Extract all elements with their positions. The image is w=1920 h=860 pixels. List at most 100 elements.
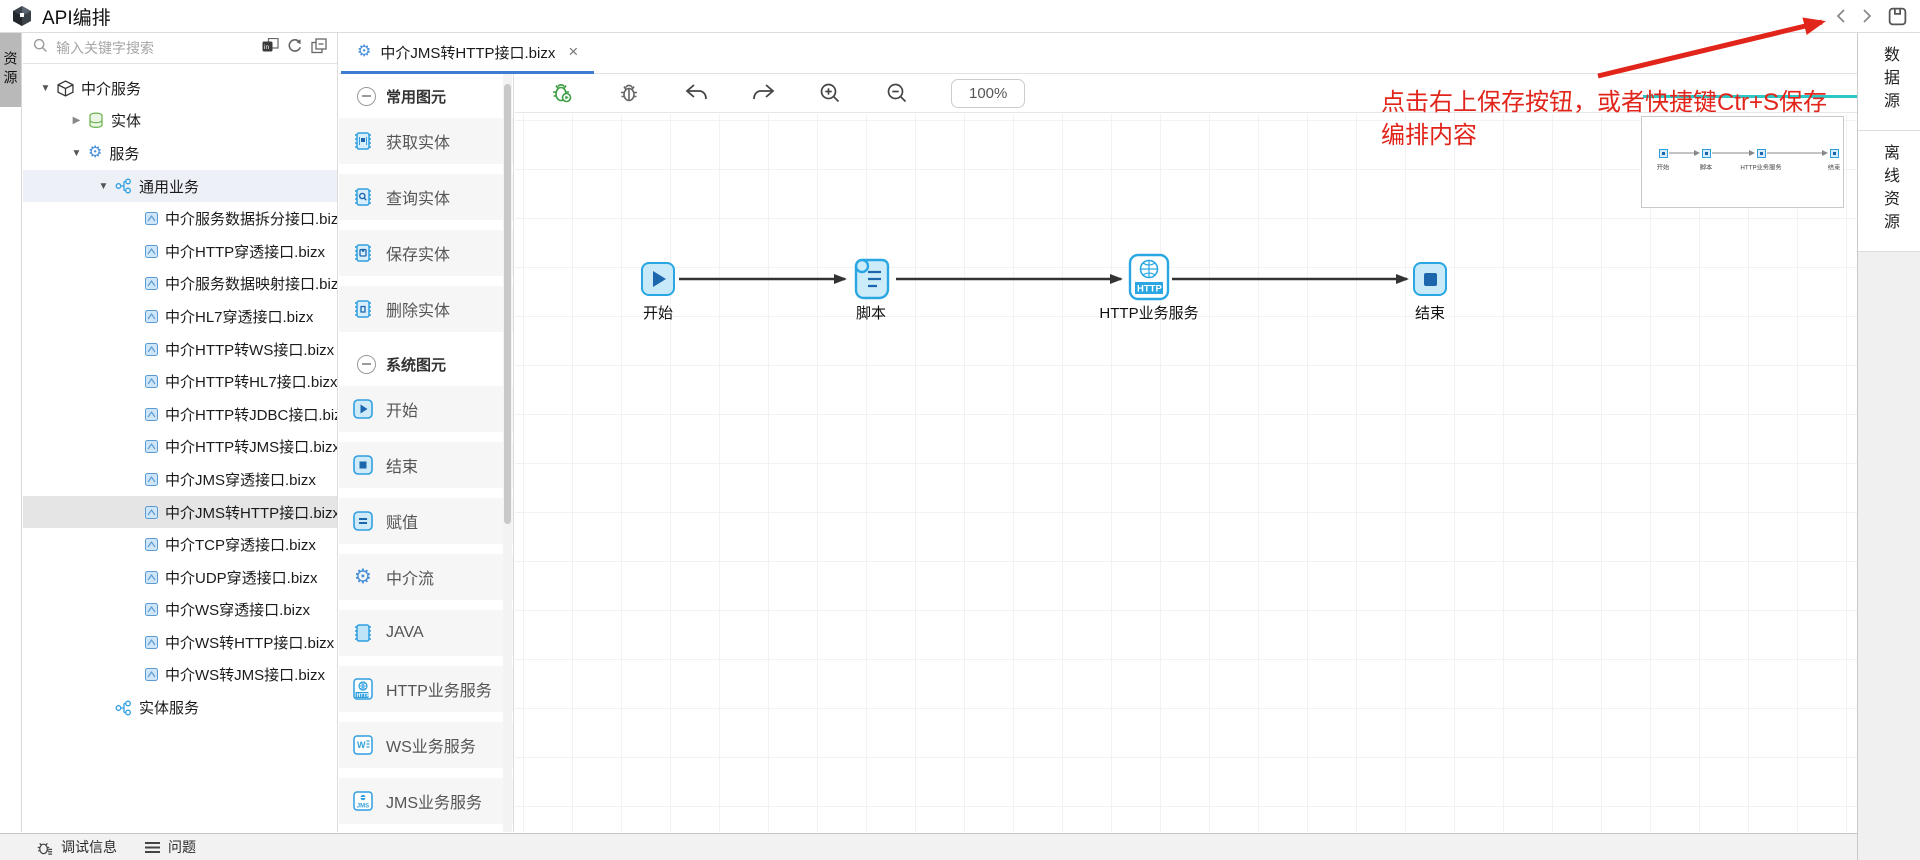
tree-node-service[interactable]: ▼ ⚙ 服务	[23, 137, 337, 170]
tab-close-icon[interactable]: ×	[568, 42, 578, 62]
nav-forward-chevron-icon[interactable]	[1861, 8, 1873, 24]
minimap-node	[1830, 149, 1839, 158]
locate-file-icon[interactable]: in	[262, 38, 279, 58]
palette-item-delete-entity[interactable]: 删除实体	[339, 286, 513, 332]
palette-item-start[interactable]: 开始	[339, 386, 513, 432]
tree-label: 通用业务	[139, 176, 199, 197]
offline-resource-tab-label: 离线资源	[1877, 144, 1901, 236]
collapse-section-icon[interactable]	[357, 355, 376, 374]
tab-gear-icon: ⚙	[357, 44, 371, 60]
bizx-file-icon	[145, 440, 158, 453]
palette-item-label: HTTP业务服务	[386, 677, 492, 701]
tab-offline-resource[interactable]: 离线资源	[1858, 131, 1920, 252]
tree-file-item[interactable]: 中介HTTP转HL7接口.bizx	[23, 365, 337, 398]
palette-item-get-entity[interactable]: 获取实体	[339, 118, 513, 164]
palette-section-header[interactable]: 系统图元	[339, 342, 513, 386]
palette-scrollbar[interactable]	[503, 74, 512, 832]
entity-db-icon	[88, 112, 104, 129]
expanded-arrow-icon[interactable]: ▼	[39, 83, 52, 94]
tree-file-item[interactable]: 中介UDP穿透接口.bizx	[23, 561, 337, 594]
svg-text:HTTP: HTTP	[357, 693, 371, 699]
zoom-out-icon[interactable]	[884, 80, 910, 106]
undo-icon[interactable]	[683, 80, 709, 106]
node-http-service[interactable]: HTTP	[1127, 252, 1171, 307]
tree-node-entity-service[interactable]: 实体服务	[23, 691, 337, 724]
palette-item-query-entity[interactable]: 查询实体	[339, 174, 513, 220]
palette-item-label: 保存实体	[386, 241, 450, 265]
expanded-arrow-icon[interactable]: ▼	[70, 148, 83, 159]
palette-item-save-entity[interactable]: 保存实体	[339, 230, 513, 276]
tree-label: 实体服务	[139, 697, 199, 718]
collapse-all-icon[interactable]	[311, 38, 327, 59]
tree-file-item[interactable]: 中介HTTP转JDBC接口.bizx	[23, 398, 337, 431]
palette-item-jms-service[interactable]: JMS JMS业务服务	[339, 778, 513, 824]
flow-canvas[interactable]: HTTP 开始 脚本 HTTP业务服务 结束 开始 脚本 HTTP业务服务 结束	[515, 114, 1857, 832]
flow-icon	[115, 700, 132, 716]
tree-file-item[interactable]: 中介TCP穿透接口.bizx	[23, 528, 337, 561]
tree-file-item[interactable]: 中介WS穿透接口.bizx	[23, 594, 337, 627]
editor-tab-active[interactable]: ⚙ 中介JMS转HTTP接口.bizx ×	[341, 33, 594, 74]
zoom-in-icon[interactable]	[817, 80, 843, 106]
tree-file-item[interactable]: 中介HL7穿透接口.bizx	[23, 300, 337, 333]
palette-section-common: 常用图元 获取实体 查询实体 保存实体	[339, 74, 513, 332]
bizx-file-icon	[145, 571, 158, 584]
tree-file-item[interactable]: 中介WS转HTTP接口.bizx	[23, 626, 337, 659]
collapsed-arrow-icon[interactable]: ▶	[70, 115, 83, 126]
tree-file-item[interactable]: 中介WS转JMS接口.bizx	[23, 659, 337, 692]
minimap[interactable]: 开始 脚本 HTTP业务服务 结束	[1641, 116, 1844, 208]
debug-run-icon[interactable]	[549, 80, 575, 106]
resources-tab-label: 资源	[1, 51, 21, 89]
sidebar-tab-resources[interactable]: 资源	[0, 33, 21, 107]
palette-section-header[interactable]: 常用图元	[339, 74, 513, 118]
palette-item-ws-service[interactable]: W WS业务服务	[339, 722, 513, 768]
debug-info-label: 调试信息	[61, 837, 117, 857]
redo-icon[interactable]	[750, 80, 776, 106]
debug-info-icon	[36, 839, 53, 856]
script-scroll-icon	[851, 255, 893, 303]
tree-node-entity[interactable]: ▶ 实体	[23, 105, 337, 138]
tree-file-item[interactable]: 中介服务数据拆分接口.bizx	[23, 202, 337, 235]
debug-info-item[interactable]: 调试信息	[36, 837, 117, 857]
java-chip-icon	[351, 621, 375, 645]
tree-node-mediator-service[interactable]: ▼ 中介服务	[23, 72, 337, 105]
debug-icon[interactable]	[616, 80, 642, 106]
palette-item-end[interactable]: 结束	[339, 442, 513, 488]
palette-item-http-service[interactable]: HTTP HTTP业务服务	[339, 666, 513, 712]
jms-service-icon: JMS	[351, 789, 375, 813]
zoom-level-button[interactable]: 100%	[951, 79, 1025, 108]
page-title: API编排	[42, 3, 111, 30]
play-icon	[653, 271, 666, 287]
tree-file-item[interactable]: 中介HTTP转WS接口.bizx	[23, 333, 337, 366]
file-name: 中介HTTP转HL7接口.bizx	[165, 371, 338, 392]
tree-file-item[interactable]: 中介JMS穿透接口.bizx	[23, 463, 337, 496]
palette-item-assign[interactable]: 赋值	[339, 498, 513, 544]
node-start[interactable]	[641, 262, 675, 296]
refresh-icon[interactable]	[287, 38, 303, 59]
nav-back-chevron-icon[interactable]	[1835, 8, 1847, 24]
palette-item-java[interactable]: JAVA	[339, 610, 513, 656]
node-script[interactable]	[851, 255, 893, 308]
tree-file-item[interactable]: 中介HTTP穿透接口.bizx	[23, 235, 337, 268]
assign-icon	[351, 509, 375, 533]
right-tab-strip: 数据源 离线资源	[1857, 33, 1920, 860]
datasource-tab-label: 数据源	[1877, 46, 1901, 115]
save-icon[interactable]	[1887, 6, 1908, 27]
tree-file-item[interactable]: 中介服务数据映射接口.bizx	[23, 268, 337, 301]
tree-node-general-business[interactable]: ▼ 通用业务	[23, 170, 337, 203]
palette-scrollbar-thumb[interactable]	[504, 84, 511, 524]
file-name: 中介HL7穿透接口.bizx	[165, 306, 313, 327]
svg-text:JMS: JMS	[357, 804, 369, 810]
search-input[interactable]	[54, 39, 262, 57]
expanded-arrow-icon[interactable]: ▼	[97, 181, 110, 192]
issues-item[interactable]: 问题	[145, 837, 196, 857]
tree-file-item-selected[interactable]: 中介JMS转HTTP接口.bizx	[23, 496, 337, 529]
node-end[interactable]	[1413, 262, 1447, 296]
collapse-section-icon[interactable]	[357, 87, 376, 106]
list-icon	[145, 842, 160, 853]
tab-datasource[interactable]: 数据源	[1858, 33, 1920, 131]
start-icon	[351, 397, 375, 421]
bizx-file-icon	[145, 310, 158, 323]
stop-icon	[1424, 273, 1437, 286]
palette-item-mediator-flow[interactable]: ⚙ 中介流	[339, 554, 513, 600]
tree-file-item[interactable]: 中介HTTP转JMS接口.bizx	[23, 431, 337, 464]
